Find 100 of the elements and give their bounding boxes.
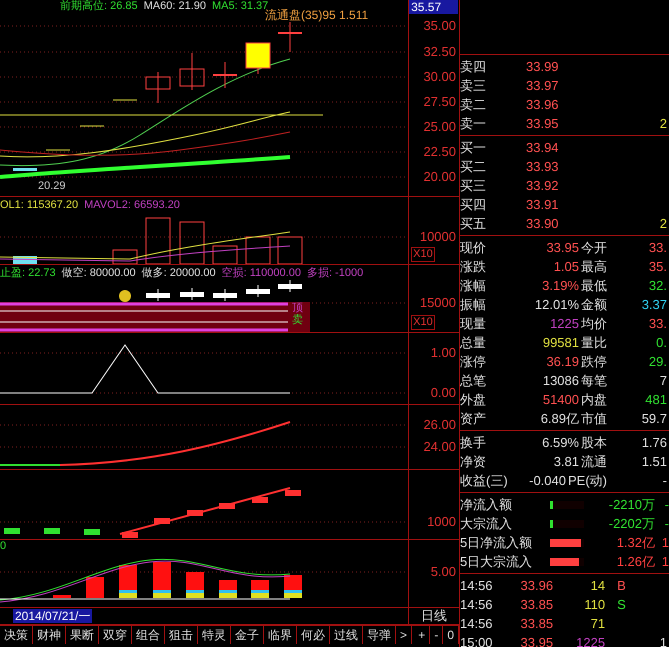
order-label: 卖一 [460, 116, 486, 132]
signal-mark: 卖 [292, 314, 303, 326]
histogram-bar [186, 572, 204, 598]
histogram-bar [219, 580, 237, 598]
stat-label: 涨幅 [460, 278, 486, 294]
flow-value: -2210万 [608, 496, 655, 512]
stat-value: 32. [648, 278, 668, 294]
axis-label: 32.50 [423, 44, 456, 60]
volume-bar [146, 218, 170, 264]
indicator-bar [44, 528, 60, 534]
volume-bar [212, 246, 238, 264]
order-label: 买三 [460, 178, 486, 194]
order-price: 33.93 [526, 158, 560, 174]
trade-price: 33.85 [520, 616, 554, 632]
order-price: 33.90 [526, 216, 560, 232]
stat-label: 跌停 [581, 354, 607, 370]
volume-bar [112, 250, 138, 264]
stat-value: 6.59% [542, 434, 579, 450]
trade-volume: 71 [590, 616, 606, 632]
flow-label: 净流入额 [460, 496, 513, 512]
stat-value: 36.19 [546, 354, 579, 370]
stat-value: 12.01% [534, 296, 579, 312]
stat-label: 金额 [581, 296, 607, 312]
stat-label: 资产 [460, 410, 486, 426]
candlestick [246, 42, 270, 74]
indicator-bar [84, 529, 100, 535]
trade-volume: 14 [590, 578, 606, 594]
stat-value: 13086 [542, 372, 579, 388]
indicator-bar [285, 490, 301, 496]
axis-label: 20.00 [423, 169, 456, 185]
candlestick [146, 288, 170, 302]
stat-label: 换手 [460, 434, 486, 450]
order-label: 卖二 [460, 96, 486, 112]
histogram-bar [251, 580, 269, 598]
axis-label: 15000 [420, 295, 456, 311]
signal-mark: 顶 [292, 302, 303, 314]
indicator-label: 做空: 80000.00 [62, 267, 136, 280]
stat-label: 内盘 [581, 392, 607, 408]
order-price: 33.96 [526, 96, 560, 112]
candlestick [13, 168, 37, 171]
flow-value: 1 [660, 534, 669, 550]
trade-side: S [617, 596, 626, 612]
order-price: 33.99 [526, 58, 560, 74]
indicator-label: 前期高位: 26.85 [60, 0, 138, 14]
axis-label: 24.00 [423, 439, 456, 455]
stat-label: 均价 [581, 316, 607, 332]
stat-label: 现价 [460, 240, 486, 256]
stat-value: 7 [658, 372, 668, 388]
flow-label: 5日净流入额 [460, 534, 534, 550]
stat-value: 35. [648, 258, 668, 274]
flow-label: 大宗流入 [460, 516, 513, 532]
stat-value: 29. [648, 354, 668, 370]
stat-label: 量比 [581, 334, 607, 350]
axis-label: 27.50 [423, 94, 456, 110]
flow-value: -2202万 [608, 516, 655, 532]
flow-value: - [664, 496, 669, 512]
stat-label: 今开 [581, 240, 607, 256]
axis-label: 25.00 [423, 119, 456, 135]
volume-bar [278, 236, 302, 264]
stat-label: 现量 [460, 316, 486, 332]
order-price: 33.94 [526, 140, 560, 156]
stat-value: - [662, 472, 668, 488]
trade-time: 14:56 [460, 616, 493, 632]
flow-value: 1.26亿 [616, 554, 655, 570]
order-label: 卖三 [460, 78, 486, 94]
trade-price: 33.96 [520, 578, 554, 594]
flow-value: 1 [660, 554, 669, 570]
stat-value: 1.51 [640, 454, 668, 470]
volume-bar [180, 222, 204, 264]
stat-label: 最高 [581, 258, 607, 274]
price-label: 35.57 [409, 0, 458, 14]
trade-price: 33.95 [520, 634, 554, 647]
axis-label: 1000 [427, 514, 456, 530]
trade-volume: 1 [660, 634, 668, 647]
flow-value: - [664, 516, 669, 532]
stat-label: 每笔 [581, 372, 607, 388]
stat-label: 涨停 [460, 354, 486, 370]
stat-value: 33.95 [546, 240, 579, 256]
order-price: 33.97 [526, 78, 560, 94]
axis-label: 30.00 [423, 69, 456, 85]
stat-value: 6.89亿 [540, 410, 579, 426]
order-volume: 2 [660, 116, 668, 132]
flow-value: 1.32亿 [616, 534, 655, 550]
order-label: 买一 [460, 140, 486, 156]
annotation-label: 流通盘(35)95 1.511 [265, 8, 368, 22]
candlestick [213, 288, 237, 302]
order-label: 买二 [460, 158, 486, 174]
axis-label: 26.00 [423, 417, 456, 433]
axis-label: 35.00 [423, 18, 456, 34]
smiley-icon [119, 290, 131, 302]
trade-time: 14:56 [460, 578, 493, 594]
stat-value: 0. [655, 334, 668, 350]
indicator-label: 空损: 110000.00 [222, 267, 301, 280]
histogram-bar [53, 595, 71, 598]
order-label: 买五 [460, 216, 486, 232]
order-price: 33.95 [526, 116, 560, 132]
candlestick [180, 52, 204, 90]
axis-label: 0.00 [430, 385, 456, 401]
candlestick [180, 288, 204, 300]
trade-side: B [617, 578, 626, 594]
